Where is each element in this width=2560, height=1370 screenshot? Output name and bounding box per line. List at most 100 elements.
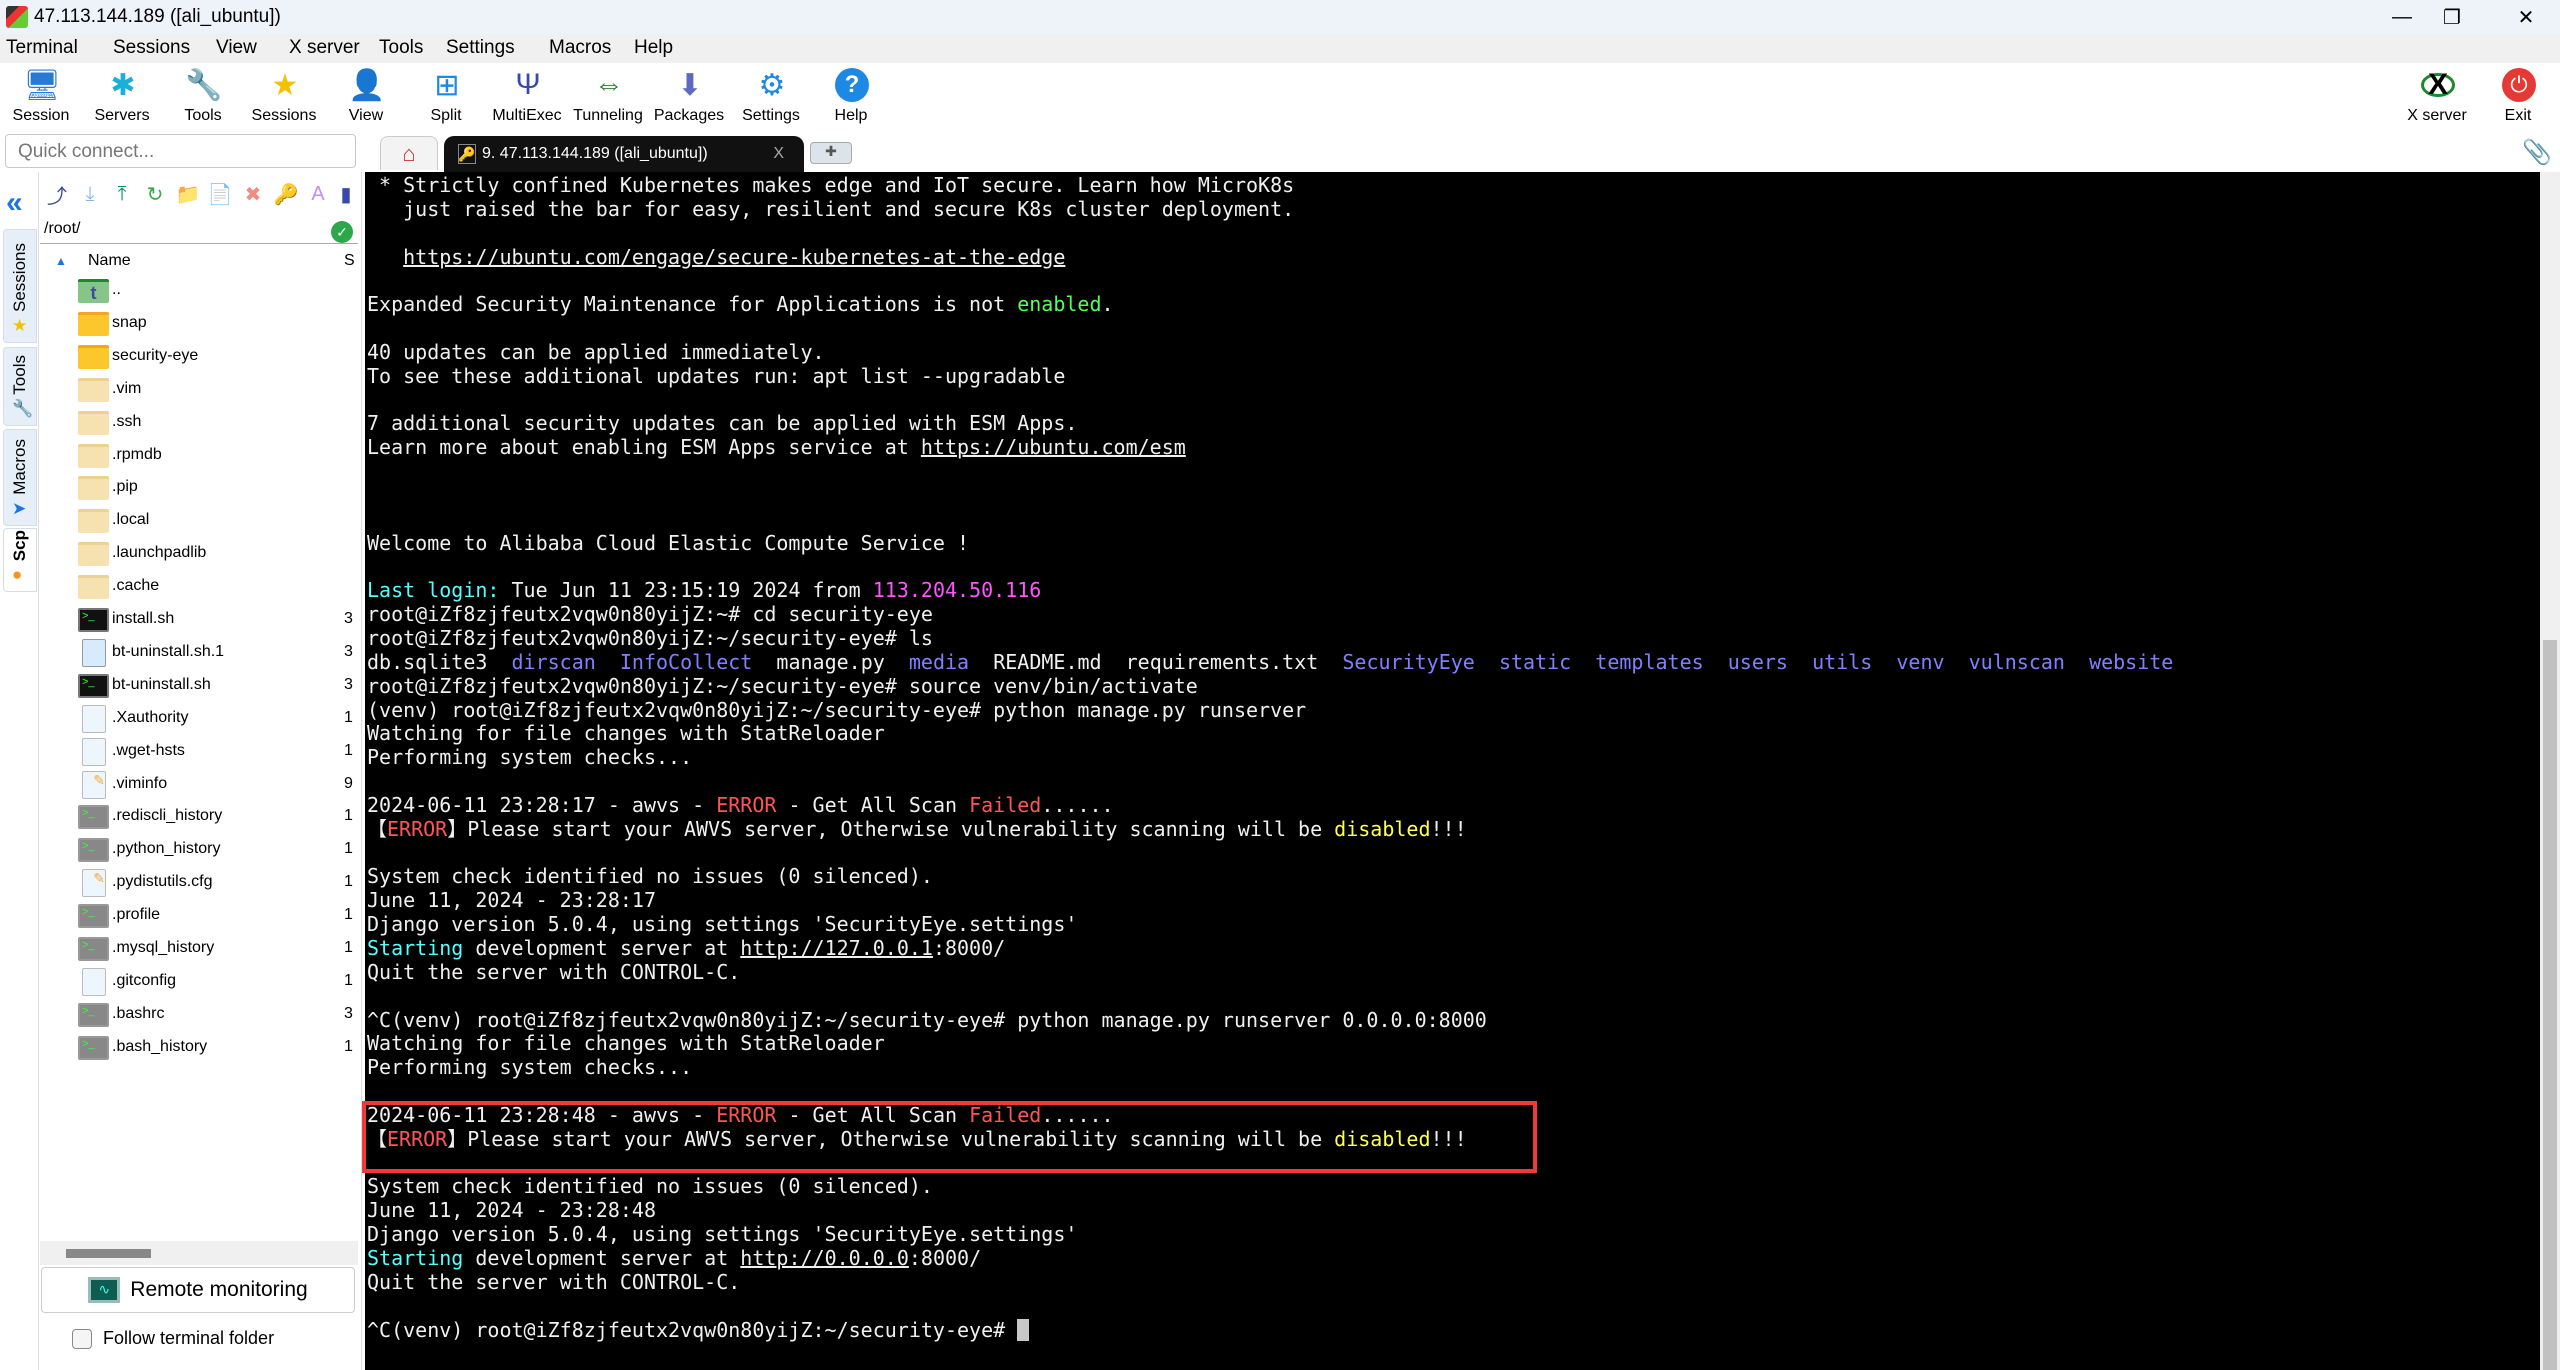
- file-row[interactable]: >_ .python_history 1: [78, 834, 358, 867]
- menu-tools[interactable]: Tools: [379, 37, 423, 59]
- home-tab[interactable]: ⌂: [380, 136, 438, 170]
- refresh-icon[interactable]: ↻: [141, 180, 169, 208]
- session-tab[interactable]: 🔑 9. 47.113.144.189 ([ali_ubuntu]) X: [444, 136, 804, 172]
- file-row[interactable]: .wget-hsts 1: [78, 736, 358, 769]
- terminal-text: enabled: [1017, 292, 1102, 317]
- restore-button[interactable]: ❐: [2422, 0, 2482, 34]
- file-row[interactable]: ✎ .pydistutils.cfg 1: [78, 867, 358, 900]
- toolbar-multiexec-button[interactable]: Ψ MultiExec: [487, 63, 567, 131]
- menu-terminal[interactable]: Terminal: [6, 37, 78, 59]
- menu-help[interactable]: Help: [634, 37, 673, 59]
- file-row[interactable]: .launchpadlib: [78, 538, 358, 571]
- toolbar-sessions-button[interactable]: ★ Sessions: [244, 63, 324, 131]
- menu-macros[interactable]: Macros: [549, 37, 611, 59]
- file-row[interactable]: t..: [78, 275, 358, 308]
- terminal-icon[interactable]: ▮: [332, 180, 360, 208]
- upload-icon[interactable]: ⤒: [108, 180, 136, 208]
- file-row[interactable]: >_ .bash_history 1: [78, 1032, 358, 1065]
- toolbar-settings-button[interactable]: ⚙ Settings: [731, 63, 811, 131]
- x-server-button[interactable]: XX server: [2397, 63, 2477, 131]
- menu-settings[interactable]: Settings: [446, 37, 515, 59]
- rename-icon[interactable]: A: [304, 180, 332, 208]
- parent-folder-icon: t: [78, 279, 109, 303]
- menu-sessions[interactable]: Sessions: [113, 37, 190, 59]
- remote-monitoring-button[interactable]: ∿ Remote monitoring: [41, 1267, 355, 1313]
- file-row[interactable]: .vim: [78, 374, 358, 407]
- toolbar-help-button[interactable]: ? Help: [811, 63, 891, 131]
- file-row[interactable]: >_ .rediscli_history 1: [78, 801, 358, 834]
- terminal-link[interactable]: https://ubuntu.com/esm: [921, 435, 1186, 459]
- file-name: .local: [112, 511, 150, 529]
- delete-icon[interactable]: ✖: [239, 180, 267, 208]
- file-row[interactable]: >_ .profile 1: [78, 900, 358, 933]
- paperclip-icon[interactable]: 📎: [2522, 138, 2552, 167]
- file-row[interactable]: >_ bt-uninstall.sh 3: [78, 670, 358, 703]
- terminal-text: System check identified no issues (0 sil…: [367, 864, 933, 889]
- follow-terminal-label[interactable]: Follow terminal folder: [103, 1328, 274, 1349]
- toolbar-split-button[interactable]: ⊞ Split: [406, 63, 486, 131]
- file-name: .pydistutils.cfg: [112, 873, 213, 891]
- close-button[interactable]: ✕: [2496, 0, 2556, 34]
- folder-icon: [78, 311, 109, 336]
- sort-ascending-icon[interactable]: ▲: [55, 254, 67, 268]
- terminal-link[interactable]: http://0.0.0.0: [740, 1246, 909, 1270]
- menu-x-server[interactable]: X server: [289, 37, 360, 59]
- file-row[interactable]: >_ .bashrc 3: [78, 999, 358, 1032]
- toolbar-tunneling-button[interactable]: ⇔ Tunneling: [568, 63, 648, 131]
- side-tab-scp[interactable]: Scp ●: [3, 528, 37, 592]
- follow-terminal-checkbox[interactable]: [72, 1329, 92, 1349]
- toolbar-servers-button[interactable]: ✱ Servers: [82, 63, 162, 131]
- quick-connect-input[interactable]: Quick connect...: [5, 134, 356, 168]
- new-tab-button[interactable]: ✚: [810, 142, 852, 164]
- terminal-line: (venv) root@iZf8zjfeutx2vqw0n80yijZ:~/se…: [367, 698, 2173, 723]
- window-title: 47.113.144.189 ([ali_ubuntu]): [34, 6, 281, 27]
- terminal[interactable]: * Strictly confined Kubernetes makes edg…: [365, 172, 2540, 1370]
- file-row[interactable]: bt-uninstall.sh.1 3: [78, 637, 358, 670]
- sessions-icon: ★: [271, 68, 299, 102]
- close-tab-icon[interactable]: X: [773, 145, 784, 163]
- toolbar-packages-button[interactable]: ⬇ Packages: [649, 63, 729, 131]
- terminal-link[interactable]: http://127.0.0.1: [740, 936, 933, 960]
- file-row[interactable]: .gitconfig 1: [78, 966, 358, 999]
- column-header-name[interactable]: Name: [88, 252, 131, 270]
- file-icon: [82, 638, 106, 667]
- parent-folder-icon[interactable]: ⤴: [43, 180, 71, 208]
- terminal-text: media: [908, 649, 970, 674]
- file-size: 1: [344, 906, 353, 924]
- file-row[interactable]: .local: [78, 505, 358, 538]
- side-tab-sessions[interactable]: Sessions ★: [3, 229, 37, 343]
- terminal-scrollbar-thumb[interactable]: [2543, 640, 2557, 1370]
- app-icon: [6, 6, 28, 28]
- file-row[interactable]: .pip: [78, 472, 358, 505]
- toolbar-tools-button[interactable]: 🔧 Tools: [163, 63, 243, 131]
- toolbar-session-button[interactable]: 🖥 Session: [1, 63, 81, 131]
- file-size: 1: [344, 807, 353, 825]
- exit-button[interactable]: ⏻ Exit: [2478, 63, 2558, 131]
- check-icon[interactable]: ✓: [331, 221, 353, 243]
- file-row[interactable]: ✎ .viminfo 9: [78, 769, 358, 802]
- toolbar-view-button[interactable]: 👤 View: [326, 63, 406, 131]
- scrollbar-thumb[interactable]: [66, 1249, 151, 1258]
- side-tab-tools[interactable]: Tools 🔧: [3, 347, 37, 426]
- file-row[interactable]: >_ install.sh 3: [78, 604, 358, 637]
- terminal-link[interactable]: https://ubuntu.com/engage/secure-kuberne…: [403, 245, 1065, 269]
- file-row[interactable]: .Xauthority 1: [78, 703, 358, 736]
- path-input[interactable]: /root/: [40, 216, 358, 244]
- new-folder-icon[interactable]: 📁: [174, 180, 202, 208]
- file-row[interactable]: >_ .mysql_history 1: [78, 933, 358, 966]
- file-row[interactable]: .rpmdb: [78, 440, 358, 473]
- column-header-size[interactable]: S: [344, 252, 355, 270]
- file-row[interactable]: .cache: [78, 571, 358, 604]
- file-row[interactable]: security-eye: [78, 341, 358, 374]
- file-name: snap: [112, 313, 147, 331]
- file-size: 3: [344, 675, 353, 693]
- download-icon[interactable]: ⤓: [76, 180, 104, 208]
- new-file-icon[interactable]: 📄: [206, 180, 234, 208]
- menu-view[interactable]: View: [216, 37, 257, 59]
- permissions-icon[interactable]: 🔑: [272, 180, 300, 208]
- file-row[interactable]: snap: [78, 308, 358, 341]
- file-row[interactable]: .ssh: [78, 407, 358, 440]
- collapse-sidebar-icon[interactable]: «: [6, 186, 23, 220]
- side-tab-macros[interactable]: Macros ➤: [3, 429, 37, 526]
